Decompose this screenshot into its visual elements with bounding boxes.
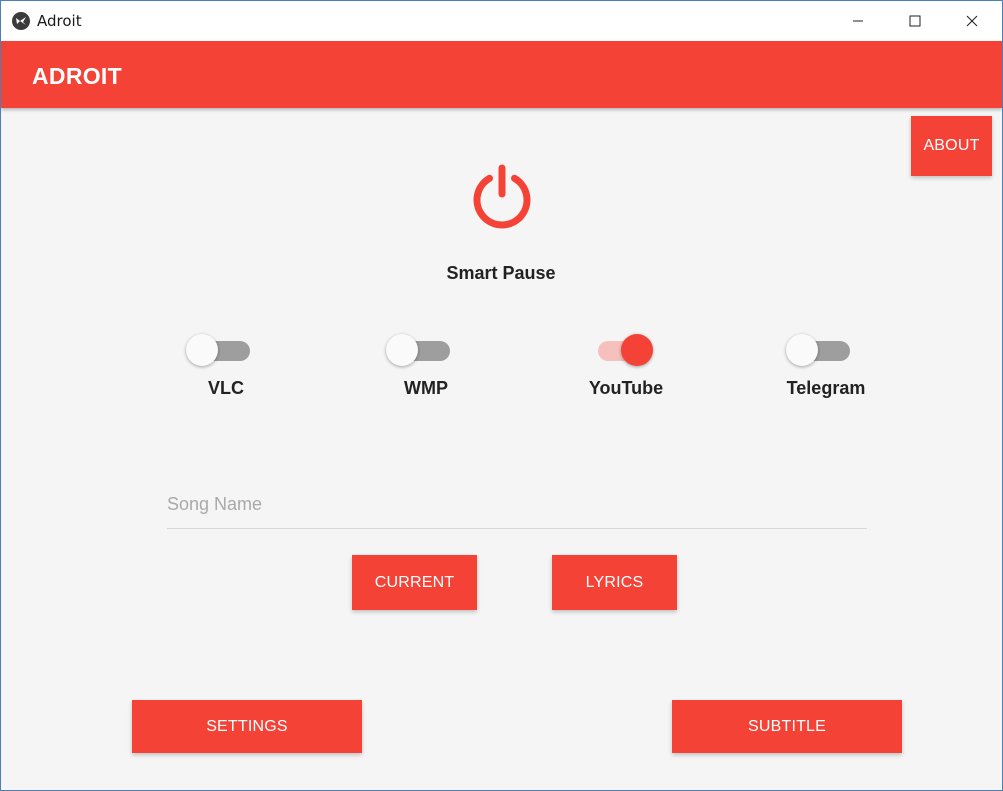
toggle-knob[interactable]: [621, 334, 653, 366]
vlc-label: VLC: [208, 378, 244, 398]
window-title-bar[interactable]: Adroit: [1, 1, 1002, 41]
app-title: ADROIT: [32, 63, 122, 89]
minimize-icon: [853, 20, 863, 22]
song-name-input[interactable]: [167, 481, 867, 529]
about-button[interactable]: ABOUT: [911, 116, 992, 176]
youtube-label: YouTube: [588, 378, 664, 398]
subtitle-button[interactable]: SUBTITLE: [672, 700, 902, 753]
wmp-toggle[interactable]: [384, 332, 454, 368]
power-icon[interactable]: [467, 161, 537, 231]
close-button[interactable]: [944, 1, 1000, 41]
minimize-button[interactable]: [830, 1, 886, 41]
telegram-label: Telegram: [786, 378, 866, 398]
window-title: Adroit: [37, 12, 82, 30]
app-window: Adroit ADROIT ABOUT Smart Pause VLC WMP …: [0, 0, 1003, 791]
wmp-label: WMP: [404, 378, 448, 398]
toggle-knob[interactable]: [786, 334, 818, 366]
current-button[interactable]: CURRENT: [352, 555, 477, 610]
settings-button[interactable]: SETTINGS: [132, 700, 362, 753]
vlc-toggle[interactable]: [184, 332, 254, 368]
toggle-knob[interactable]: [186, 334, 218, 366]
kivy-app-icon: [12, 12, 30, 30]
maximize-icon: [909, 15, 921, 27]
lyrics-button[interactable]: LYRICS: [552, 555, 677, 610]
app-toolbar: ADROIT: [1, 41, 1002, 108]
close-icon: [966, 15, 978, 27]
telegram-toggle[interactable]: [784, 332, 854, 368]
smart-pause-label: Smart Pause: [446, 263, 556, 283]
toggle-knob[interactable]: [386, 334, 418, 366]
maximize-button[interactable]: [887, 1, 943, 41]
youtube-toggle[interactable]: [584, 332, 654, 368]
